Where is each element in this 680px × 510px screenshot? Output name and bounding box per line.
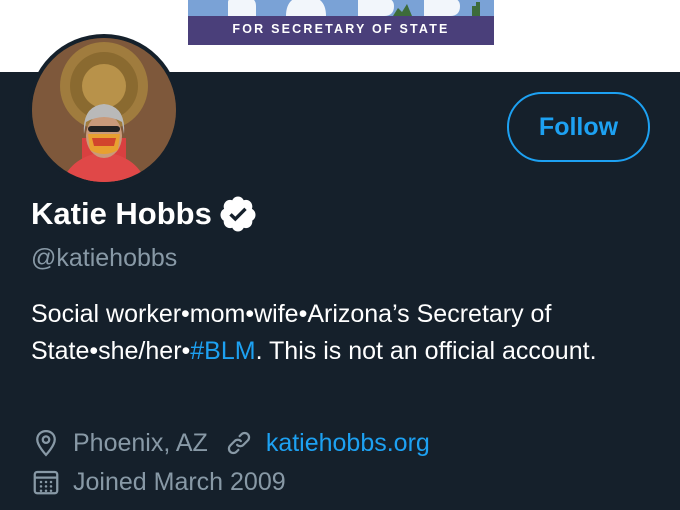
link-icon [224, 428, 254, 458]
joined-date: Joined March 2009 [73, 467, 286, 496]
avatar-photo [32, 38, 176, 182]
profile-meta-row: Phoenix, AZ katiehobbs.org [31, 428, 430, 458]
bio-text-part2: . This is not an official account. [255, 337, 597, 365]
profile-bio: Social worker•mom•wife•Arizona’s Secreta… [31, 296, 651, 370]
banner-logo: FOR SECRETARY OF STATE [188, 0, 494, 45]
location-text: Phoenix, AZ [73, 428, 208, 457]
banner-tagline: FOR SECRETARY OF STATE [232, 22, 450, 36]
profile-name-row: Katie Hobbs [31, 194, 258, 234]
calendar-icon [31, 467, 61, 497]
hashtag-link[interactable]: #BLM [190, 337, 255, 365]
display-name: Katie Hobbs [31, 196, 212, 231]
website-link[interactable]: katiehobbs.org [266, 429, 430, 458]
profile-joined-row: Joined March 2009 [31, 467, 286, 497]
profile-handle: @katiehobbs [31, 244, 178, 272]
location-pin-icon [31, 428, 61, 458]
verified-badge-icon [218, 194, 258, 234]
follow-button[interactable]: Follow [507, 92, 650, 162]
avatar[interactable] [28, 34, 180, 186]
banner-logo-strip [188, 0, 494, 16]
